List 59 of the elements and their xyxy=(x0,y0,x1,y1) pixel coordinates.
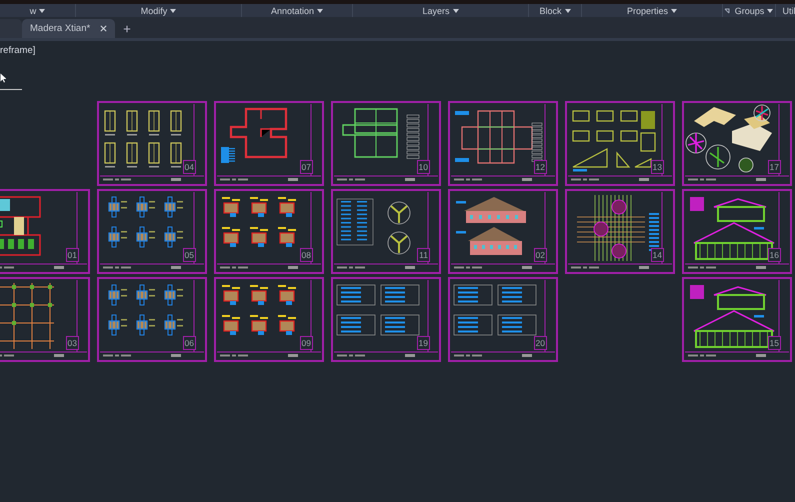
sheet-number: 15 xyxy=(768,336,781,350)
sheet-number: 17 xyxy=(768,160,781,174)
sheet-number: 14 xyxy=(650,248,664,262)
drawing-sheet[interactable]: 17 xyxy=(682,101,792,186)
sheet-number: 08 xyxy=(300,248,313,262)
drawing-sheet[interactable]: 13 xyxy=(565,101,675,186)
ribbon-panel-button[interactable]: Modify xyxy=(140,6,178,16)
sheet-number: 09 xyxy=(300,336,313,350)
ribbon-panel-button[interactable]: w xyxy=(28,6,46,16)
caret-icon xyxy=(170,8,176,12)
close-icon[interactable] xyxy=(100,25,108,32)
sheet-number: 20 xyxy=(534,336,547,350)
caret-icon xyxy=(317,8,324,12)
drawing-sheet[interactable]: 12 xyxy=(448,101,558,186)
drawing-sheet[interactable]: 02 xyxy=(448,189,558,274)
drawing-sheet[interactable]: 04 xyxy=(97,101,207,186)
drawing-sheet[interactable]: 10 xyxy=(331,101,441,186)
sheet-number: 02 xyxy=(534,248,547,262)
sheet-number: 11 xyxy=(417,248,430,262)
drawing-sheet[interactable]: 03 xyxy=(0,277,90,362)
ribbon-panel-button[interactable]: Block xyxy=(538,6,572,16)
sheet-number: 03 xyxy=(66,336,79,350)
ribbon-panel-button[interactable]: Layers xyxy=(421,6,460,16)
dialog-launcher-icon[interactable] xyxy=(724,8,730,14)
sheet-number: 13 xyxy=(650,160,664,174)
drawing-sheet[interactable]: 16 xyxy=(682,189,792,274)
pointer-icon xyxy=(0,73,6,83)
sheet-number: 12 xyxy=(534,160,547,174)
drawing-sheet[interactable]: 09 xyxy=(214,277,324,362)
drawing-sheet[interactable]: 05 xyxy=(97,189,207,274)
drawing-sheet[interactable]: 15 xyxy=(682,277,792,362)
caret-icon xyxy=(452,8,458,12)
sheet-number: 01 xyxy=(66,248,79,262)
drawing-sheet[interactable]: 01 xyxy=(0,189,90,274)
drawing-sheet[interactable]: 14 xyxy=(565,189,675,274)
caret-icon xyxy=(671,8,678,12)
caret-icon xyxy=(564,8,570,12)
drawing-sheet[interactable]: 19 xyxy=(331,277,441,362)
ribbon-panel-button[interactable]: Util xyxy=(782,6,795,16)
sheet-number: 04 xyxy=(182,160,196,174)
sheet-number: 05 xyxy=(182,248,196,262)
drawing-sheet[interactable]: 08 xyxy=(214,189,324,274)
ribbon-panel-button[interactable]: Groups xyxy=(734,6,774,16)
sheet-number: 07 xyxy=(300,160,313,174)
sheet-number: 06 xyxy=(182,336,196,350)
caret-icon xyxy=(767,8,774,12)
document-tab[interactable]: Madera Xtian* xyxy=(22,19,116,38)
caret-icon xyxy=(39,8,46,12)
sheet-number: 10 xyxy=(416,160,430,174)
drawing-sheet[interactable]: 07 xyxy=(214,101,324,186)
drawing-sheet[interactable]: 20 xyxy=(448,277,558,362)
ribbon-panel-button[interactable]: Annotation xyxy=(270,6,324,16)
sheet-number: 16 xyxy=(768,248,781,262)
drawing-sheet[interactable]: 06 xyxy=(97,277,207,362)
drawing-sheet[interactable]: 11 xyxy=(331,189,441,274)
ribbon-panel-button[interactable]: Properties xyxy=(626,6,678,16)
new-tab-icon[interactable] xyxy=(123,25,132,33)
viewport-label[interactable]: reframe] xyxy=(0,45,36,56)
sheet-number: 19 xyxy=(416,336,430,350)
